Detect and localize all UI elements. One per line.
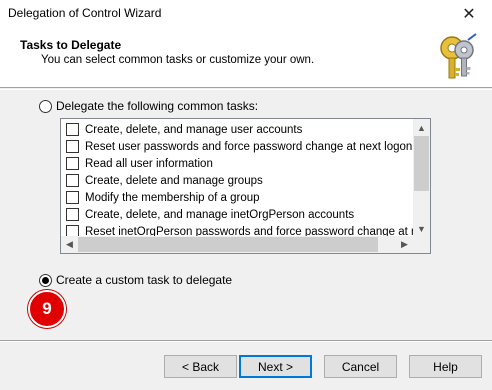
back-button[interactable]: < Back — [164, 355, 237, 378]
common-tasks-list[interactable]: Create, delete, and manage user accounts… — [60, 118, 431, 254]
header-divider — [0, 89, 492, 90]
close-icon[interactable]: ✕ — [446, 0, 492, 28]
task-label: Create, delete, and manage user accounts — [85, 123, 303, 136]
next-button-label: Next > — [257, 359, 293, 374]
list-item[interactable]: Modify the membership of a group — [61, 189, 413, 206]
vertical-scroll-thumb[interactable] — [414, 136, 429, 191]
page-title: Tasks to Delegate — [20, 38, 122, 52]
task-checkbox[interactable] — [66, 191, 79, 204]
scroll-right-icon[interactable]: ▶ — [396, 236, 413, 253]
scroll-left-icon[interactable]: ◀ — [61, 236, 78, 253]
list-item[interactable]: Create, delete and manage groups — [61, 172, 413, 189]
step-badge: 9 — [28, 290, 66, 328]
scroll-corner — [413, 236, 430, 253]
window-title: Delegation of Control Wizard — [8, 6, 162, 20]
task-label: Read all user information — [85, 157, 213, 170]
title-bar: Delegation of Control Wizard ✕ — [0, 0, 492, 28]
keys-icon — [440, 33, 477, 79]
task-label: Create, delete, and manage inetOrgPerson… — [85, 208, 355, 221]
custom-task-option[interactable]: Create a custom task to delegate — [39, 273, 232, 287]
scroll-up-icon[interactable]: ▲ — [413, 119, 430, 136]
common-tasks-radio[interactable] — [39, 99, 52, 113]
help-button[interactable]: Help — [409, 355, 482, 378]
next-button[interactable]: Next > — [239, 355, 312, 378]
common-tasks-option[interactable]: Delegate the following common tasks: — [39, 99, 258, 113]
help-button-label: Help — [433, 359, 458, 374]
common-tasks-label: Delegate the following common tasks: — [56, 99, 259, 113]
custom-task-label: Create a custom task to delegate — [56, 273, 233, 287]
list-item[interactable]: Create, delete, and manage user accounts — [61, 121, 413, 138]
horizontal-scroll-thumb[interactable] — [78, 237, 378, 252]
task-label: Modify the membership of a group — [85, 191, 260, 204]
custom-task-radio[interactable] — [39, 273, 52, 287]
cancel-button[interactable]: Cancel — [324, 355, 397, 378]
task-label: Create, delete and manage groups — [85, 174, 263, 187]
task-checkbox[interactable] — [66, 123, 79, 136]
list-item[interactable]: Reset user passwords and force password … — [61, 138, 413, 155]
task-label: Reset user passwords and force password … — [85, 140, 413, 153]
scroll-down-icon[interactable]: ▼ — [413, 220, 430, 237]
footer-divider-highlight — [0, 341, 492, 342]
list-item[interactable]: Create, delete, and manage inetOrgPerson… — [61, 206, 413, 223]
vertical-scrollbar[interactable]: ▲ ▼ — [413, 119, 430, 237]
back-button-label: < Back — [181, 359, 220, 374]
horizontal-scrollbar[interactable]: ◀ ▶ — [61, 236, 413, 253]
wizard-header: Tasks to Delegate You can select common … — [0, 28, 492, 88]
list-item[interactable]: Read all user information — [61, 155, 413, 172]
cancel-button-label: Cancel — [341, 359, 380, 374]
task-checkbox[interactable] — [66, 174, 79, 187]
task-checkbox[interactable] — [66, 208, 79, 221]
page-subtitle: You can select common tasks or customize… — [41, 54, 315, 66]
task-checkbox[interactable] — [66, 140, 79, 153]
task-checkbox[interactable] — [66, 157, 79, 170]
